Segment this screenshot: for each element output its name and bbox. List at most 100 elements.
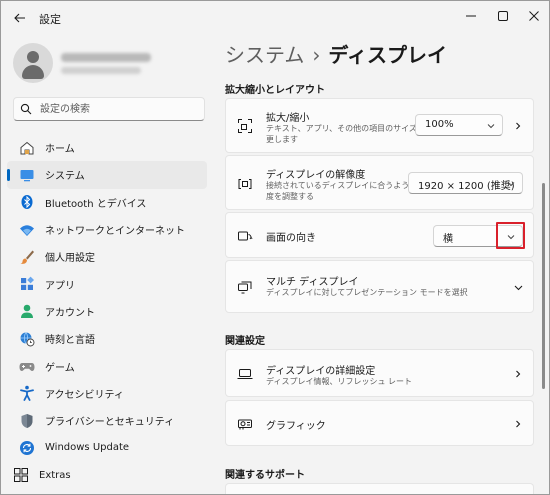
sidebar-nav: ホーム システム Bluetooth とデバイス ネットワークとインターネット … bbox=[7, 134, 207, 489]
graphics-card-icon bbox=[236, 415, 254, 433]
avatar bbox=[13, 43, 53, 83]
sidebar-item-accessibility[interactable]: アクセシビリティ bbox=[7, 380, 207, 407]
advanced-display-description: ディスプレイ情報、リフレッシュ レート bbox=[266, 377, 412, 386]
minimize-icon bbox=[466, 15, 476, 17]
sidebar-item-time-language[interactable]: 時刻と言語 bbox=[7, 325, 207, 352]
sidebar-item-label: アクセシビリティ bbox=[45, 389, 124, 401]
search-box[interactable] bbox=[13, 97, 205, 121]
scale-dropdown[interactable]: 100% bbox=[415, 114, 503, 136]
brush-icon bbox=[19, 249, 35, 265]
sidebar-item-label: Extras bbox=[39, 469, 71, 481]
back-arrow-icon bbox=[14, 13, 25, 23]
update-icon bbox=[19, 440, 35, 456]
sidebar-item-network[interactable]: ネットワークとインターネット bbox=[7, 216, 207, 243]
sidebar-item-label: プライバシーとセキュリティ bbox=[45, 417, 175, 429]
resolution-dropdown[interactable]: 1920 × 1200 (推奨) bbox=[408, 172, 523, 194]
user-name-redacted bbox=[61, 53, 151, 62]
advanced-display-card[interactable]: ディスプレイの詳細設定 ディスプレイ情報、リフレッシュ レート bbox=[225, 349, 534, 397]
app-title: 設定 bbox=[39, 13, 61, 26]
apps-icon bbox=[19, 276, 35, 292]
section-title-related-support: 関連するサポート bbox=[225, 470, 305, 481]
graphics-card[interactable]: グラフィック bbox=[225, 400, 534, 446]
sidebar-item-label: Windows Update bbox=[45, 442, 130, 454]
sidebar-item-label: システム bbox=[45, 171, 85, 183]
dropdown-arrow-highlight bbox=[496, 222, 525, 249]
sidebar-item-windows-update[interactable]: Windows Update bbox=[7, 434, 207, 461]
sidebar-item-accounts[interactable]: アカウント bbox=[7, 298, 207, 325]
sidebar-item-extras[interactable]: Extras bbox=[1, 462, 207, 489]
orientation-title: 画面の向き bbox=[266, 233, 316, 244]
scrollbar[interactable] bbox=[542, 183, 545, 389]
close-button[interactable] bbox=[519, 5, 549, 27]
gamepad-icon bbox=[19, 358, 35, 374]
resolution-title: ディスプレイの解像度 bbox=[266, 170, 366, 181]
shield-icon bbox=[19, 413, 35, 429]
minimize-button[interactable] bbox=[456, 5, 486, 27]
title-bar: 設定 bbox=[1, 1, 549, 35]
section-title-scale-layout: 拡大縮小とレイアウト bbox=[225, 85, 325, 96]
resolution-dropdown-value: 1920 × 1200 (推奨) bbox=[418, 181, 515, 192]
wifi-icon bbox=[19, 222, 35, 238]
close-icon bbox=[529, 11, 539, 21]
home-icon bbox=[19, 140, 35, 156]
breadcrumb: システム › ディスプレイ bbox=[225, 39, 447, 68]
chevron-right-icon bbox=[513, 369, 523, 379]
multi-display-icon bbox=[236, 278, 254, 296]
sidebar-item-label: ホーム bbox=[45, 144, 75, 156]
scale-title: 拡大/縮小 bbox=[266, 113, 310, 124]
accessibility-icon bbox=[19, 385, 35, 402]
chevron-down-icon bbox=[486, 121, 496, 131]
chevron-right-icon[interactable] bbox=[513, 121, 523, 131]
sidebar-item-home[interactable]: ホーム bbox=[7, 134, 207, 161]
search-icon bbox=[20, 103, 32, 115]
sidebar-item-apps[interactable]: アプリ bbox=[7, 270, 207, 297]
sidebar-item-label: アカウント bbox=[45, 307, 95, 319]
sidebar-item-label: ゲーム bbox=[45, 362, 75, 374]
user-email-redacted bbox=[61, 67, 141, 74]
chevron-down-icon bbox=[506, 179, 516, 189]
page-title: ディスプレイ bbox=[328, 43, 448, 67]
sidebar-item-label: 個人用設定 bbox=[45, 253, 95, 265]
orientation-dropdown-value: 横 bbox=[443, 234, 453, 245]
section-title-related-settings: 関連設定 bbox=[225, 336, 265, 347]
resolution-card: ディスプレイの解像度 接続されているディスプレイに合うように解像度を調整する 1… bbox=[225, 155, 534, 210]
maximize-button[interactable] bbox=[488, 5, 518, 27]
account-icon bbox=[19, 303, 35, 319]
sidebar-item-label: アプリ bbox=[45, 280, 75, 292]
scale-card: 拡大/縮小 テキスト、アプリ、その他の項目のサイズを変更します 100% bbox=[225, 98, 534, 153]
globe-clock-icon bbox=[19, 331, 35, 347]
orientation-icon bbox=[236, 227, 254, 245]
sidebar-item-bluetooth[interactable]: Bluetooth とデバイス bbox=[7, 189, 207, 216]
sidebar-item-privacy[interactable]: プライバシーとセキュリティ bbox=[7, 407, 207, 434]
advanced-display-title: ディスプレイの詳細設定 bbox=[266, 366, 376, 377]
grid-icon bbox=[13, 467, 29, 483]
sidebar-item-personalization[interactable]: 個人用設定 bbox=[7, 243, 207, 270]
breadcrumb-separator: › bbox=[312, 43, 321, 67]
back-button[interactable] bbox=[9, 7, 31, 29]
sidebar-item-label: ネットワークとインターネット bbox=[45, 226, 185, 238]
sidebar-item-label: Bluetooth とデバイス bbox=[45, 198, 147, 210]
bluetooth-icon bbox=[19, 194, 35, 210]
related-support-card[interactable] bbox=[225, 483, 534, 494]
scale-icon bbox=[236, 117, 254, 135]
chevron-down-icon bbox=[513, 282, 523, 292]
sidebar-item-system[interactable]: システム bbox=[7, 161, 207, 189]
laptop-icon bbox=[236, 365, 254, 383]
breadcrumb-parent[interactable]: システム bbox=[225, 43, 304, 67]
user-profile[interactable] bbox=[13, 43, 209, 83]
orientation-card: 画面の向き 横 bbox=[225, 212, 534, 258]
multi-display-card[interactable]: マルチ ディスプレイ ディスプレイに対してプレゼンテーション モードを選択 bbox=[225, 260, 534, 313]
sidebar-item-label: 時刻と言語 bbox=[45, 335, 95, 347]
multi-display-title: マルチ ディスプレイ bbox=[266, 277, 359, 288]
graphics-title: グラフィック bbox=[266, 421, 326, 432]
maximize-icon bbox=[498, 11, 508, 21]
system-icon bbox=[19, 167, 35, 183]
resolution-icon bbox=[236, 175, 254, 193]
scale-description: テキスト、アプリ、その他の項目のサイズを変更します bbox=[266, 124, 433, 144]
search-input[interactable] bbox=[40, 101, 200, 117]
sidebar-item-gaming[interactable]: ゲーム bbox=[7, 352, 207, 379]
multi-display-description: ディスプレイに対してプレゼンテーション モードを選択 bbox=[266, 288, 468, 297]
chevron-right-icon bbox=[513, 419, 523, 429]
scale-dropdown-value: 100% bbox=[425, 119, 454, 130]
settings-window: 設定 ホーム システム bbox=[0, 0, 550, 495]
